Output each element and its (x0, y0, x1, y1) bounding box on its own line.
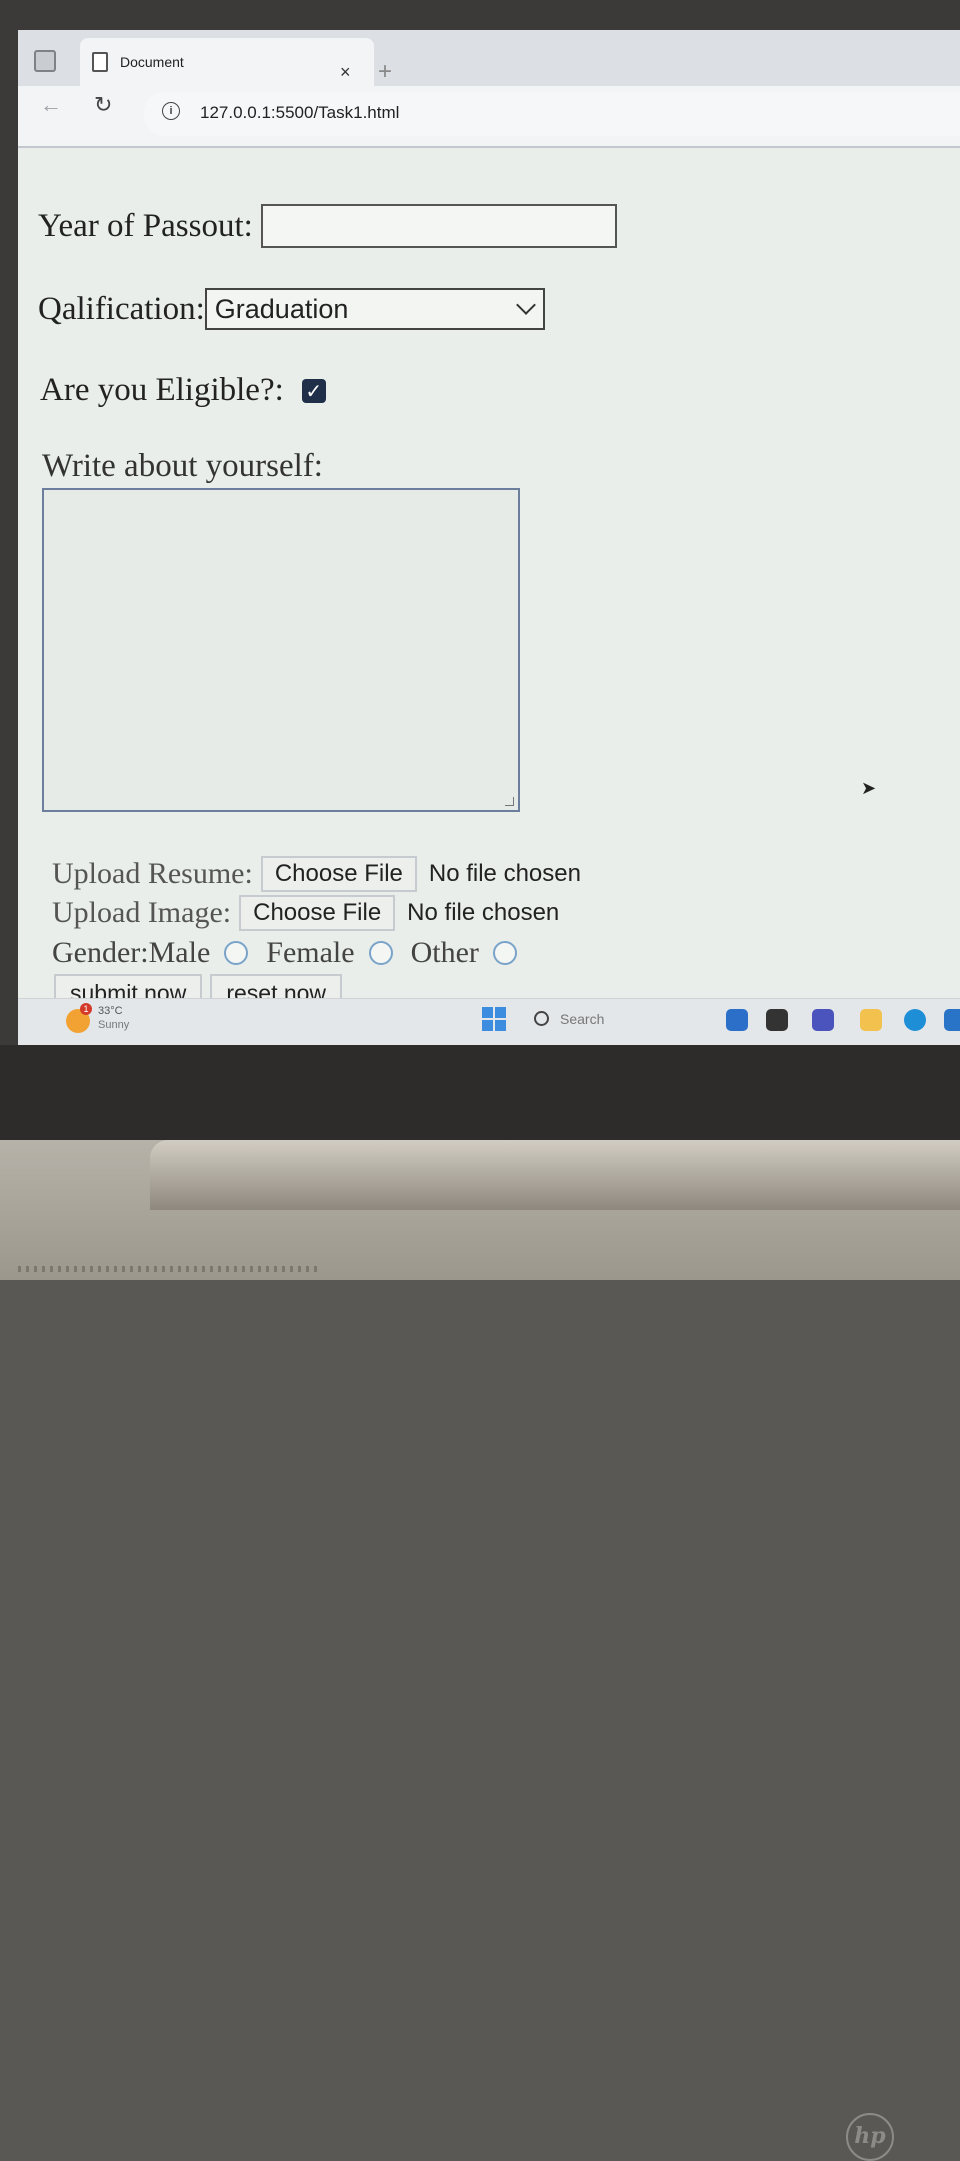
qualification-selected: Graduation (214, 294, 349, 324)
image-label: Upload Image: (52, 896, 232, 929)
eligible-checkbox[interactable]: ✓ (301, 378, 326, 403)
resize-handle-icon[interactable] (505, 797, 514, 806)
year-row: Year of Passout: (38, 204, 617, 248)
image-choose-file-button[interactable]: Choose File (239, 895, 396, 931)
year-input[interactable] (260, 204, 617, 248)
page-content: Year of Passout: Qalification: Graduatio… (18, 148, 960, 1013)
search-icon[interactable] (534, 1011, 549, 1026)
file-explorer-icon[interactable] (860, 1009, 882, 1031)
gender-radio-female[interactable] (368, 941, 393, 965)
resume-label: Upload Resume: (52, 857, 253, 890)
address-bar[interactable]: i 127.0.0.1:5500/Task1.html (144, 92, 960, 136)
taskbar-search-placeholder[interactable]: Search (560, 1011, 604, 1027)
laptop-chin: hp (0, 1045, 960, 2161)
qualification-label: Qalification: (38, 290, 205, 327)
chevron-down-icon (515, 295, 536, 315)
gender-option-male: Male (148, 936, 211, 969)
task-view-icon[interactable] (766, 1009, 788, 1031)
taskbar: 1 33°C Sunny Search (18, 998, 960, 1045)
qualification-row: Qalification: Graduation (38, 288, 545, 330)
window-icon[interactable] (34, 50, 56, 72)
about-label-row: Write about yourself: (42, 448, 323, 485)
laptop-hinge (150, 1140, 960, 1210)
checkmark-icon: ✓ (305, 378, 323, 403)
plus-icon[interactable]: + (378, 58, 392, 86)
gender-row: Gender: Male Female Other (52, 936, 535, 970)
resume-choose-file-button[interactable]: Choose File (260, 856, 417, 892)
eligible-row: Are you Eligible?: ✓ (40, 372, 326, 409)
navigation-bar: ← ↻ i 127.0.0.1:5500/Task1.html (18, 86, 960, 148)
cursor-icon: ➤ (861, 778, 877, 799)
url-text: 127.0.0.1:5500/Task1.html (200, 103, 400, 122)
browser-tab[interactable]: Document × (80, 38, 374, 86)
tab-title: Document (120, 54, 184, 70)
taskbar-app-icon[interactable] (726, 1009, 748, 1031)
qualification-select[interactable]: Graduation (204, 288, 545, 330)
resume-row: Upload Resume: Choose File No file chose… (52, 856, 581, 892)
weather-condition: Sunny (98, 1019, 130, 1031)
back-icon[interactable]: ← (40, 92, 62, 118)
about-label: Write about yourself: (42, 448, 323, 484)
windows-start-icon[interactable] (482, 1007, 506, 1031)
weather-badge: 1 (80, 1003, 92, 1015)
chat-icon[interactable] (812, 1009, 834, 1031)
image-file-status: No file chosen (407, 899, 560, 926)
gender-radio-male[interactable] (224, 941, 249, 965)
speaker-grille (18, 1266, 318, 1272)
reload-icon[interactable]: ↻ (94, 92, 112, 118)
eligible-label: Are you Eligible?: (40, 372, 284, 408)
close-icon[interactable]: × (340, 62, 351, 83)
gender-label: Gender: (52, 936, 149, 969)
resume-file-status: No file chosen (428, 860, 581, 887)
about-textarea[interactable] (42, 488, 520, 812)
info-icon[interactable]: i (162, 102, 180, 120)
hp-logo: hp (846, 2113, 894, 2161)
document-icon (92, 52, 108, 72)
gender-option-other: Other (410, 936, 479, 969)
image-row: Upload Image: Choose File No file chosen (52, 895, 559, 931)
store-icon[interactable] (944, 1009, 960, 1031)
gender-option-female: Female (266, 936, 355, 969)
tab-bar: Document × + (18, 30, 960, 86)
screen: Document × + ← ↻ i 127.0.0.1:5500/Task1.… (18, 30, 960, 1045)
weather-temperature: 33°C (98, 1005, 123, 1017)
edge-browser-icon[interactable] (904, 1009, 926, 1031)
year-label: Year of Passout: (38, 207, 253, 244)
gender-radio-other[interactable] (492, 941, 517, 965)
